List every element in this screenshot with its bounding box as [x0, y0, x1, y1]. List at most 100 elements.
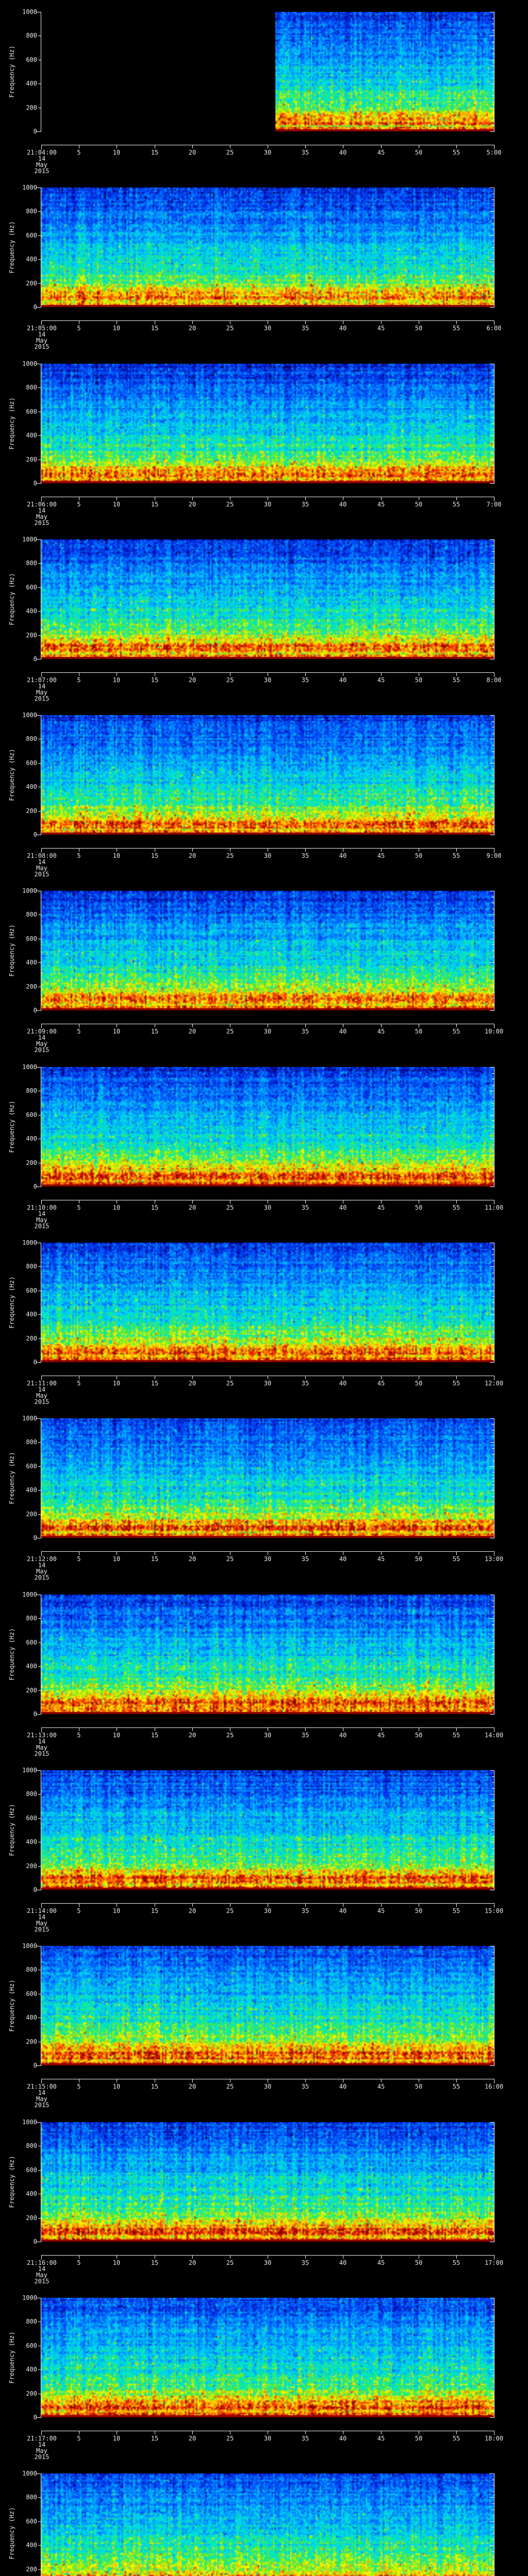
time-axis-tick — [192, 1551, 193, 1555]
x-tick-label: 10 — [112, 1204, 121, 1211]
time-axis-tick — [381, 1376, 382, 1379]
time-axis-tick — [192, 2431, 193, 2434]
y-tick-label: 1000 — [22, 1591, 37, 1598]
y-tick-label: 400 — [26, 2541, 37, 2549]
right-axis-minor-tick — [492, 2158, 494, 2159]
spectrogram-panel: Frequency (Hz) 0 200 400 600 800 1000 21:14:00 5… — [0, 1758, 528, 1934]
y-axis-title: Frequency (Hz) — [8, 2507, 15, 2560]
x-tick-label: 30 — [263, 676, 272, 684]
right-axis-major-tick — [490, 2545, 494, 2546]
x-tick-label: 30 — [263, 1907, 272, 1914]
y-tick-label: 600 — [26, 1990, 37, 1997]
y-tick-label: 1000 — [22, 536, 37, 543]
spectrogram-panel: Frequency (Hz) 0 200 400 600 800 1000 21:08:00 5… — [0, 703, 528, 879]
right-axis-minor-tick — [492, 1660, 494, 1661]
right-axis-minor-tick — [492, 1702, 494, 1703]
time-axis-tick — [305, 672, 306, 676]
y-tick-label: 600 — [26, 408, 37, 415]
x-tick-label: 15 — [151, 1732, 159, 1739]
right-axis-minor-tick — [492, 1508, 494, 1509]
right-axis-minor-tick — [492, 647, 494, 648]
time-axis-tick — [381, 1727, 382, 1731]
time-axis-tick — [456, 1024, 457, 1027]
right-axis-minor-tick — [492, 1836, 494, 1837]
right-axis-minor-tick — [492, 453, 494, 454]
x-tick-label: 20 — [188, 2259, 196, 2266]
right-axis-minor-tick — [492, 1684, 494, 1685]
x-tick-label: 15 — [151, 1380, 159, 1387]
y-axis-major-tick — [37, 483, 41, 484]
y-tick-label: 200 — [26, 104, 37, 111]
y-axis-major-tick — [37, 2122, 41, 2123]
right-axis-minor-tick — [492, 217, 494, 218]
time-axis-tick — [381, 145, 382, 148]
date-line: 2015 — [34, 695, 50, 702]
spectrogram-plot — [41, 539, 494, 659]
spectrogram-plot — [41, 1595, 494, 1714]
x-tick-label: 25 — [226, 676, 234, 684]
spectrogram-plot — [41, 1243, 494, 1362]
right-axis-minor-tick — [492, 2059, 494, 2060]
y-tick-label: 800 — [26, 2318, 37, 2325]
x-tick-label: 25 — [226, 2435, 234, 2442]
x-tick-label: 5 — [77, 1732, 81, 1739]
x-tick-label: 55 — [452, 501, 460, 508]
right-axis-minor-tick — [492, 199, 494, 200]
time-axis-tick — [381, 320, 382, 324]
y-tick-label: 1000 — [22, 2294, 37, 2301]
right-axis-minor-tick — [492, 733, 494, 734]
y-tick-label: 1000 — [22, 1767, 37, 1774]
y-tick-label: 600 — [26, 1815, 37, 1822]
x-tick-label: 35 — [301, 1204, 309, 1211]
y-tick-label: 200 — [26, 2214, 37, 2222]
right-axis-minor-tick — [492, 781, 494, 782]
y-tick-label: 200 — [26, 2390, 37, 2397]
time-end-label: 16:00 — [484, 2083, 504, 2090]
right-axis-minor-tick — [492, 1180, 494, 1181]
right-axis-minor-tick — [492, 2029, 494, 2030]
right-axis-minor-tick — [492, 1350, 494, 1351]
y-axis-title: Frequency (Hz) — [8, 1628, 15, 1681]
spectrogram-stack: Frequency (Hz) 0 200 400 600 800 1000 21:04:00 5… — [0, 0, 528, 2576]
x-tick-label: 5 — [77, 2259, 81, 2266]
y-tick-label: 0 — [33, 2062, 37, 2069]
y-tick-label: 0 — [33, 1710, 37, 1718]
right-axis-major-tick — [490, 1314, 494, 1315]
spectrogram-plot — [41, 2122, 494, 2242]
x-tick-label: 5 — [77, 1907, 81, 1914]
spectrogram-panel: Frequency (Hz)0200400600800100021:18:005… — [0, 2462, 528, 2576]
right-axis-major-tick — [490, 2122, 494, 2123]
time-end-label: 17:00 — [484, 2259, 504, 2266]
right-axis-major-tick — [490, 435, 494, 436]
x-tick-label: 30 — [263, 149, 272, 156]
x-tick-label: 20 — [188, 1907, 196, 1914]
right-axis-minor-tick — [492, 1168, 494, 1169]
x-tick-label: 20 — [188, 1028, 196, 1035]
time-axis-tick — [192, 848, 193, 852]
x-tick-label: 10 — [112, 325, 121, 332]
right-axis-minor-tick — [492, 271, 494, 272]
right-axis-minor-tick — [492, 18, 494, 19]
x-tick-label: 35 — [301, 2259, 309, 2266]
time-axis-tick — [192, 145, 193, 148]
right-axis-minor-tick — [492, 2351, 494, 2352]
spectrogram-panel: Frequency (Hz) 0 200 400 600 800 1000 21:05:00 5… — [0, 176, 528, 351]
y-tick-label: 200 — [26, 1335, 37, 1342]
date-line: 2015 — [34, 1046, 50, 1054]
x-tick-label: 25 — [226, 852, 234, 859]
right-axis-minor-tick — [492, 1788, 494, 1789]
x-tick-label: 20 — [188, 325, 196, 332]
y-axis-title: Frequency (Hz) — [8, 573, 15, 625]
right-axis-minor-tick — [492, 2235, 494, 2236]
right-axis-minor-tick — [492, 1296, 494, 1297]
right-axis-major-tick — [490, 1362, 494, 1363]
time-axis-tick — [456, 2255, 457, 2259]
right-axis-minor-tick — [492, 1526, 494, 1527]
date-line: 2015 — [34, 343, 50, 350]
y-axis-title: Frequency (Hz) — [8, 749, 15, 801]
spectrogram-panel: Frequency (Hz) 0 200 400 600 800 1000 21:06:00 5… — [0, 352, 528, 528]
y-tick-label: 800 — [26, 32, 37, 39]
y-tick-label: 0 — [33, 831, 37, 838]
x-tick-label: 40 — [339, 676, 347, 684]
time-axis-tick — [305, 1903, 306, 1907]
